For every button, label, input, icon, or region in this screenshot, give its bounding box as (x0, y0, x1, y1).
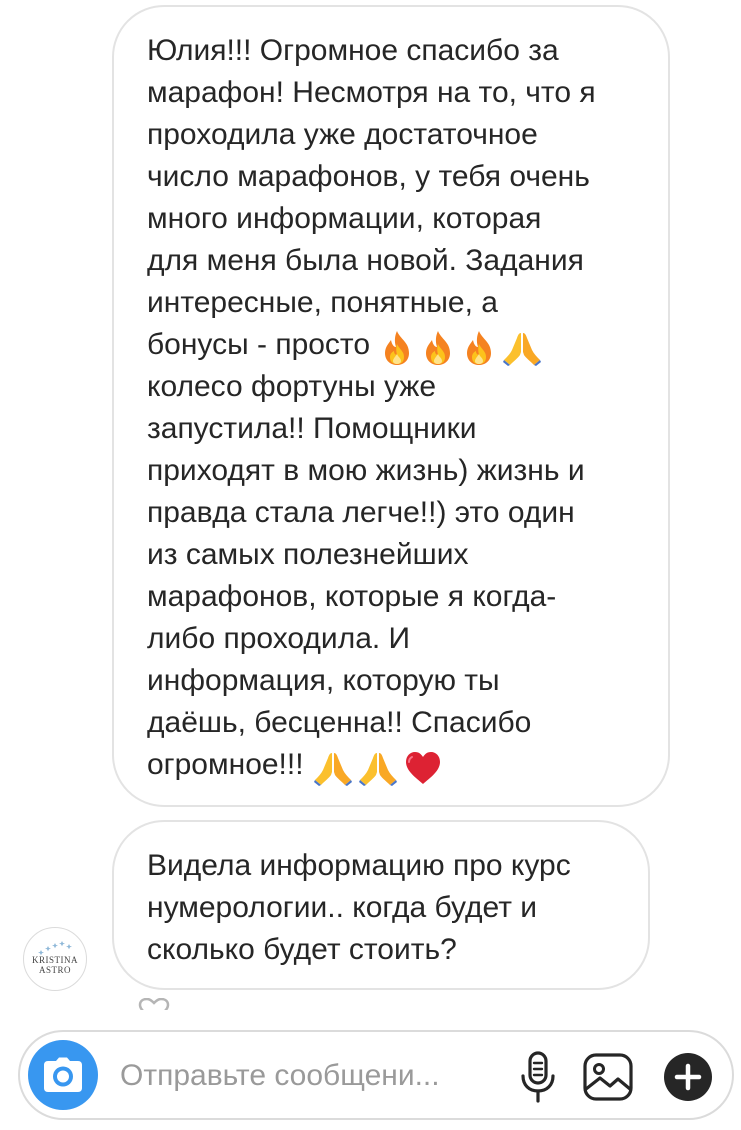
message-line: интересные, понятные, а (147, 286, 498, 319)
message-composer (18, 1030, 734, 1120)
fire-emoji-icon (385, 331, 410, 365)
message-line: правда стала легче!!) это один (147, 496, 575, 529)
reaction-heart-icon[interactable] (136, 998, 172, 1010)
folded-hands-emoji-icon (313, 753, 352, 786)
message-line: нумерологии.. когда будет и (147, 891, 538, 924)
avatar-text-line2: ASTRO (38, 965, 71, 975)
folded-hands-emoji-icon (503, 333, 542, 366)
message-line: проходила уже достаточное (147, 118, 538, 151)
message-line-with-emoji: огромное!!! (147, 744, 638, 786)
folded-hands-emoji-icon (358, 753, 397, 786)
message-line: число марафонов, у тебя очень (147, 160, 590, 193)
message-line-with-emoji: бонусы - просто (147, 324, 638, 366)
fire-emoji-icon (467, 331, 492, 365)
emoji-group (313, 750, 449, 792)
message-bubble-2[interactable]: Видела информацию про курс нумерологии..… (112, 820, 650, 990)
plus-icon[interactable] (663, 1052, 713, 1102)
message-line: либо проходила. И (147, 622, 411, 655)
message-line: из самых полезнейших (147, 538, 469, 571)
message-line: запустила!! Помощники (147, 412, 477, 445)
sender-avatar[interactable]: KRISTINA ASTRO (23, 927, 87, 991)
message-line: марафон! Несмотря на то, что я (147, 76, 596, 109)
camera-icon (44, 1057, 82, 1092)
message-line: информация, которую ты (147, 664, 500, 697)
message-line: много информации, которая (147, 202, 542, 235)
message-line: сколько будет стоить? (147, 933, 457, 966)
gallery-icon[interactable] (582, 1052, 634, 1102)
message-input[interactable] (120, 1054, 480, 1098)
message-line: для меня была новой. Задания (147, 244, 584, 277)
message-line: колесо фортуны уже (147, 370, 437, 403)
message-bubble-1[interactable]: Юлия!!! Огромное спасибо за марафон! Нес… (112, 5, 670, 807)
message-line-text: бонусы - просто (147, 328, 371, 361)
message-line: Юлия!!! Огромное спасибо за (147, 34, 559, 67)
message-line-text: огромное!!! (147, 748, 304, 781)
message-line: Видела информацию про курс (147, 849, 571, 882)
stars-logo-icon (38, 941, 72, 956)
camera-button[interactable] (28, 1040, 98, 1110)
avatar-text-line1: KRISTINA (32, 955, 78, 965)
message-line: марафонов, которые я когда- (147, 580, 557, 613)
fire-emoji-icon (426, 331, 451, 365)
red-heart-emoji-icon (405, 752, 440, 784)
message-line: даёшь, бесценна!! Спасибо (147, 706, 532, 739)
message-line: приходят в мою жизнь) жизнь и (147, 454, 585, 487)
microphone-icon[interactable] (518, 1050, 558, 1104)
